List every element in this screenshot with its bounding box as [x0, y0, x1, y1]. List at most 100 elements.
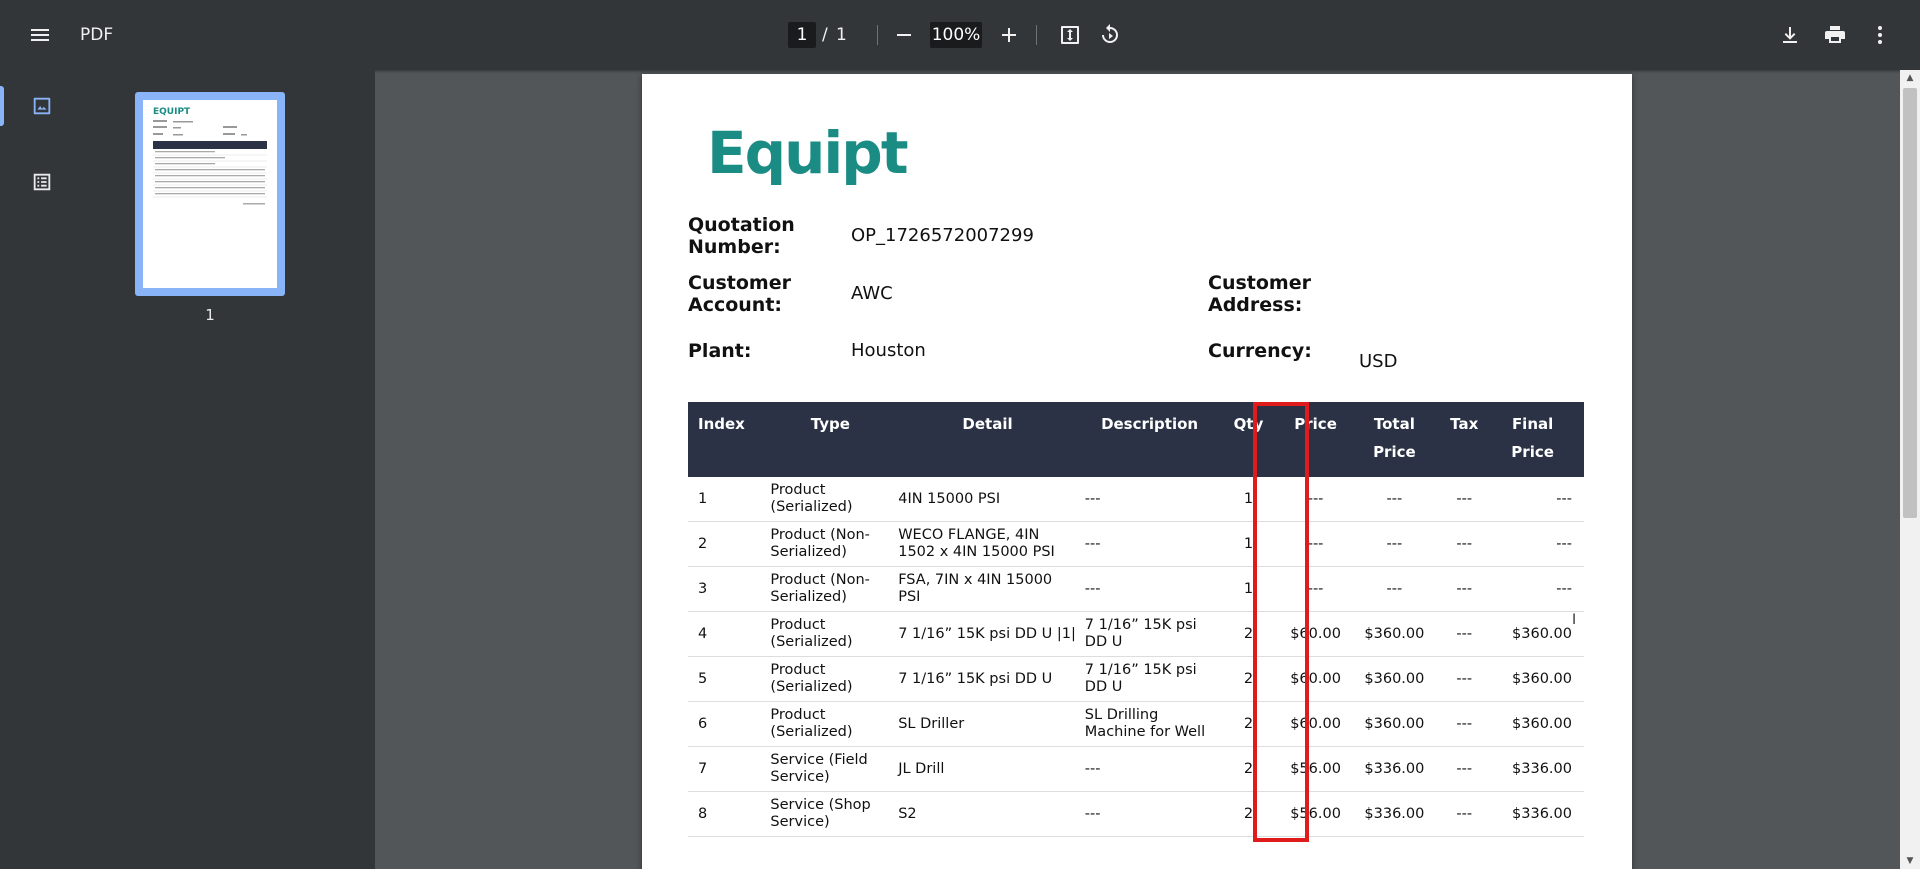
currency-label: Currency:	[1208, 340, 1312, 362]
sidebar: EQUIPT 1	[0, 70, 375, 869]
customer-address-label: Customer Address:	[1208, 272, 1311, 316]
scroll-down-arrow-icon[interactable]: ▼	[1900, 853, 1920, 869]
cell-detail: 7 1/16” 15K psi DD U |1|	[894, 611, 1081, 657]
page-number-input[interactable]: 1	[788, 22, 816, 48]
cell-type: Product (Serialized)	[766, 477, 895, 522]
cell-final-price: $336.00	[1492, 746, 1584, 792]
currency-value: USD	[1359, 351, 1398, 372]
zoom-in-icon[interactable]	[989, 15, 1029, 55]
header-final-price: Final Price	[1492, 402, 1584, 477]
thumbnail-page-number: 1	[205, 306, 215, 324]
cell-detail: 7 1/16” 15K psi DD U	[894, 656, 1081, 702]
cell-total-price: $360.00	[1352, 611, 1437, 657]
cell-description: ---	[1080, 566, 1219, 612]
cell-price: $60.00	[1278, 656, 1353, 702]
equipt-logo: Equipt	[707, 119, 909, 187]
cell-index: 6	[688, 701, 767, 747]
cell-type: Product (Serialized)	[766, 701, 895, 747]
quotation-number-label: Quotation Number:	[688, 214, 795, 258]
table-row: 5 Product (Serialized) 7 1/16” 15K psi D…	[688, 656, 1584, 702]
total-pages: 1	[836, 25, 847, 45]
cell-qty: 1	[1218, 521, 1279, 567]
plant-value: Houston	[851, 340, 926, 361]
cell-detail: 4IN 15000 PSI	[894, 477, 1081, 522]
pdf-page: Equipt Quotation Number: OP_172657200729…	[642, 74, 1632, 869]
cell-detail: JL Drill	[894, 746, 1081, 792]
table-row: 3 Product (Non-Serialized) FSA, 7IN x 4I…	[688, 566, 1584, 612]
header-qty: Qty	[1218, 402, 1279, 477]
outline-icon[interactable]	[22, 162, 62, 202]
svg-text:EQUIPT: EQUIPT	[153, 107, 191, 117]
quotation-number-value: OP_1726572007299	[851, 225, 1034, 246]
fit-to-page-icon[interactable]	[1050, 15, 1090, 55]
scrollbar-thumb[interactable]	[1903, 88, 1917, 518]
customer-account-value: AWC	[851, 283, 893, 304]
scroll-up-arrow-icon[interactable]: ▲	[1900, 70, 1920, 86]
cell-tax: ---	[1436, 477, 1493, 522]
header-description: Description	[1080, 402, 1219, 477]
cell-type: Service (Field Service)	[766, 746, 895, 792]
cell-total-price: ---	[1352, 521, 1437, 567]
menu-icon[interactable]	[20, 15, 60, 55]
cell-detail: WECO FLANGE, 4IN 1502 x 4IN 15000 PSI	[894, 521, 1081, 567]
zoom-level-input[interactable]: 100%	[930, 22, 982, 48]
cell-type: Product (Serialized)	[766, 611, 895, 657]
sidebar-icon-rail	[0, 70, 75, 869]
cell-total-price: $336.00	[1352, 746, 1437, 792]
cell-final-price: ---	[1492, 521, 1584, 567]
active-indicator	[0, 86, 4, 126]
cell-price: ---	[1278, 477, 1353, 522]
table-row: 2 Product (Non-Serialized) WECO FLANGE, …	[688, 521, 1584, 567]
cell-description: 7 1/16” 15K psi DD U	[1080, 656, 1219, 702]
cell-total-price: $360.00	[1352, 701, 1437, 747]
cell-qty: 2	[1218, 791, 1279, 837]
vertical-scrollbar[interactable]: ▲ ▼	[1900, 70, 1920, 869]
cell-price: $56.00	[1278, 746, 1353, 792]
thumbnail-page-preview: EQUIPT	[143, 100, 277, 288]
table-row: 4 Product (Serialized) 7 1/16” 15K psi D…	[688, 611, 1584, 657]
cell-qty: 2	[1218, 656, 1279, 702]
cell-total-price: $360.00	[1352, 656, 1437, 702]
header-index: Index	[688, 402, 767, 477]
cell-tax: ---	[1436, 701, 1493, 747]
cell-type: Product (Non-Serialized)	[766, 521, 895, 567]
table-header-row: Index Type Detail Description Qty Price …	[688, 402, 1584, 477]
cell-final-price: $360.00	[1492, 701, 1584, 747]
cell-final-price: $360.00	[1492, 611, 1584, 657]
header-price: Price	[1278, 402, 1353, 477]
page-thumbnail[interactable]: EQUIPT	[135, 92, 285, 296]
cell-index: 7	[688, 746, 767, 792]
cell-total-price: $336.00	[1352, 791, 1437, 837]
cell-price: $60.00	[1278, 701, 1353, 747]
cell-tax: ---	[1436, 521, 1493, 567]
cell-qty: 1	[1218, 477, 1279, 522]
cell-description: ---	[1080, 477, 1219, 522]
cell-index: 5	[688, 656, 767, 702]
more-vert-icon[interactable]	[1860, 15, 1900, 55]
cell-type: Product (Non-Serialized)	[766, 566, 895, 612]
cell-index: 2	[688, 521, 767, 567]
cell-description: ---	[1080, 791, 1219, 837]
zoom-out-icon[interactable]	[884, 15, 924, 55]
text-cursor-icon: I	[1572, 612, 1577, 628]
print-icon[interactable]	[1815, 15, 1855, 55]
cell-qty: 2	[1218, 701, 1279, 747]
header-type: Type	[766, 402, 895, 477]
document-title: PDF	[80, 25, 114, 45]
rotate-icon[interactable]	[1090, 15, 1130, 55]
plant-label: Plant:	[688, 340, 752, 362]
cell-detail: SL Driller	[894, 701, 1081, 747]
header-detail: Detail	[894, 402, 1081, 477]
page-separator: /	[822, 25, 828, 45]
cell-price: $60.00	[1278, 611, 1353, 657]
thumbnails-icon[interactable]	[22, 86, 62, 126]
download-icon[interactable]	[1770, 15, 1810, 55]
table-row: 7 Service (Field Service) JL Drill --- 2…	[688, 746, 1584, 792]
cell-final-price: $336.00	[1492, 791, 1584, 837]
cell-type: Service (Shop Service)	[766, 791, 895, 837]
cell-detail: FSA, 7IN x 4IN 15000 PSI	[894, 566, 1081, 612]
table-row: 8 Service (Shop Service) S2 --- 2 $56.00…	[688, 791, 1584, 837]
table-row: 1 Product (Serialized) 4IN 15000 PSI ---…	[688, 477, 1584, 522]
customer-account-label: Customer Account:	[688, 272, 791, 316]
cell-final-price: ---	[1492, 477, 1584, 522]
